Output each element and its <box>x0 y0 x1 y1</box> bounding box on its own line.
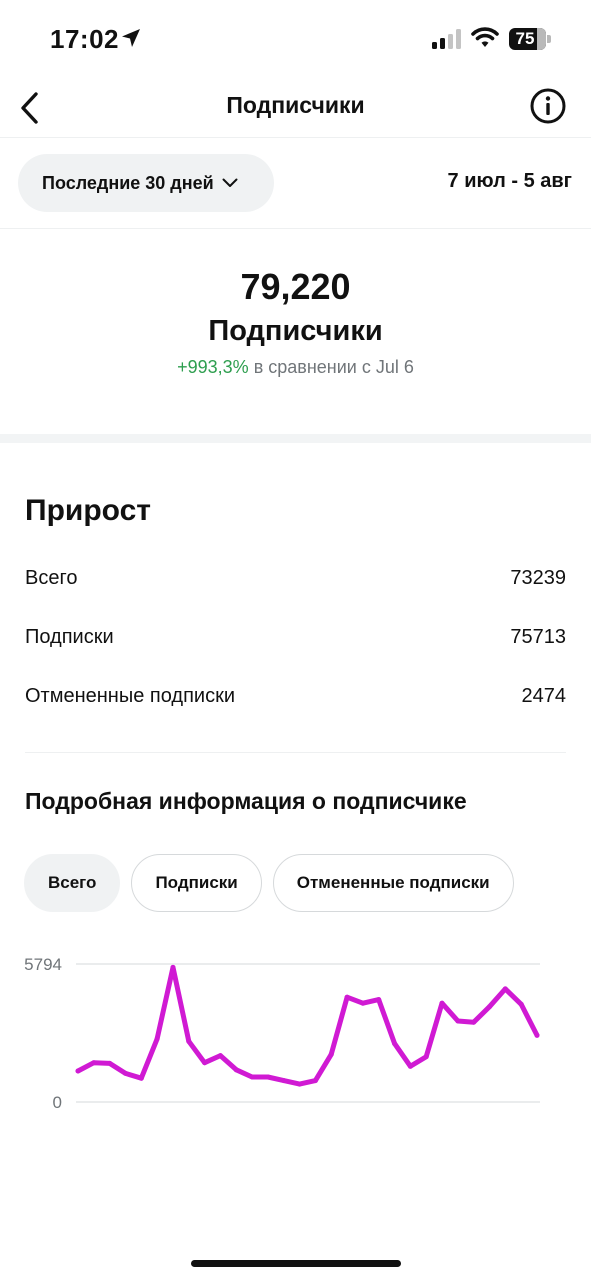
data-point-12 <box>249 1074 255 1080</box>
data-point-21 <box>392 1041 398 1047</box>
divider <box>0 228 591 229</box>
data-point-4 <box>123 1070 128 1076</box>
stat-label: Отмененные подписки <box>25 685 236 707</box>
data-point-15 <box>297 1081 303 1087</box>
data-point-9 <box>202 1060 208 1066</box>
details-title: Подробная информация о подписчике <box>25 788 467 814</box>
stat-value: 75713 <box>510 626 566 648</box>
page-title: Подписчики <box>226 92 365 118</box>
divider <box>25 752 566 753</box>
stat-value: 73239 <box>510 567 566 589</box>
period-selector[interactable]: Последние 30 дней <box>18 154 274 212</box>
details-tabs: Всего Подписки Отмененные подписки <box>24 854 514 912</box>
data-point-19 <box>360 1000 366 1006</box>
date-range: 7 июл - 5 авг <box>447 170 572 192</box>
y-tick-label-max: 5794 <box>24 955 62 974</box>
data-point-28 <box>502 986 508 992</box>
stat-row-total: Всего 73239 <box>25 567 566 597</box>
info-icon[interactable] <box>528 86 568 126</box>
stat-label: Подписки <box>25 626 114 648</box>
data-point-11 <box>233 1067 239 1073</box>
tab-unfollows[interactable]: Отмененные подписки <box>272 854 514 912</box>
battery-level: 75 <box>515 29 535 48</box>
data-point-18 <box>344 994 350 1000</box>
data-point-24 <box>439 1000 445 1006</box>
followers-line-chart: 5794 0 <box>24 955 540 1112</box>
section-separator <box>0 434 591 443</box>
stat-value: 2474 <box>521 685 567 707</box>
data-point-22 <box>407 1063 413 1069</box>
data-point-16 <box>312 1078 318 1084</box>
chevron-down-icon <box>222 178 238 187</box>
stat-row-follows: Подписки 75713 <box>25 626 566 656</box>
tab-follows[interactable]: Подписки <box>131 854 262 912</box>
y-tick-label-min: 0 <box>53 1093 62 1112</box>
home-indicator <box>191 1260 401 1267</box>
nav-bar: Подписчики <box>0 78 591 138</box>
battery-indicator: 75 <box>509 28 551 50</box>
followers-total: 79,220 <box>240 266 351 307</box>
data-point-10 <box>217 1053 223 1059</box>
data-point-27 <box>487 1004 492 1010</box>
wifi-icon <box>471 27 499 47</box>
followers-label: Подписчики <box>208 315 383 347</box>
status-time: 17:02 <box>50 24 119 54</box>
data-point-30 <box>534 1032 540 1038</box>
tab-total[interactable]: Всего <box>24 854 121 912</box>
comparison-text: в сравнении с Jul 6 <box>248 357 414 377</box>
cellular-signal-icon <box>432 29 461 49</box>
data-point-25 <box>455 1018 461 1024</box>
data-point-14 <box>281 1078 287 1084</box>
change-percent: +993,3% <box>177 357 249 377</box>
growth-title: Прирост <box>25 494 151 527</box>
period-selector-label: Последние 30 дней <box>42 172 214 193</box>
status-bar: 17:02 75 <box>0 0 591 78</box>
data-point-26 <box>471 1019 477 1025</box>
data-point-20 <box>376 997 382 1003</box>
data-point-2 <box>91 1060 97 1066</box>
data-point-1 <box>75 1068 81 1074</box>
location-arrow-icon <box>122 29 140 47</box>
data-point-17 <box>328 1051 334 1057</box>
data-point-8 <box>186 1038 192 1044</box>
data-point-3 <box>107 1060 113 1066</box>
data-point-23 <box>423 1054 429 1060</box>
data-point-13 <box>265 1074 271 1080</box>
data-point-6 <box>154 1036 160 1042</box>
followers-comparison: +993,3% в сравнении с Jul 6 <box>0 357 591 378</box>
data-point-29 <box>518 1001 524 1007</box>
series-line <box>75 964 540 1087</box>
stat-label: Всего <box>25 567 78 589</box>
data-point-5 <box>138 1075 144 1081</box>
data-point-7 <box>170 964 176 970</box>
stat-row-unfollows: Отмененные подписки 2474 <box>25 685 566 715</box>
